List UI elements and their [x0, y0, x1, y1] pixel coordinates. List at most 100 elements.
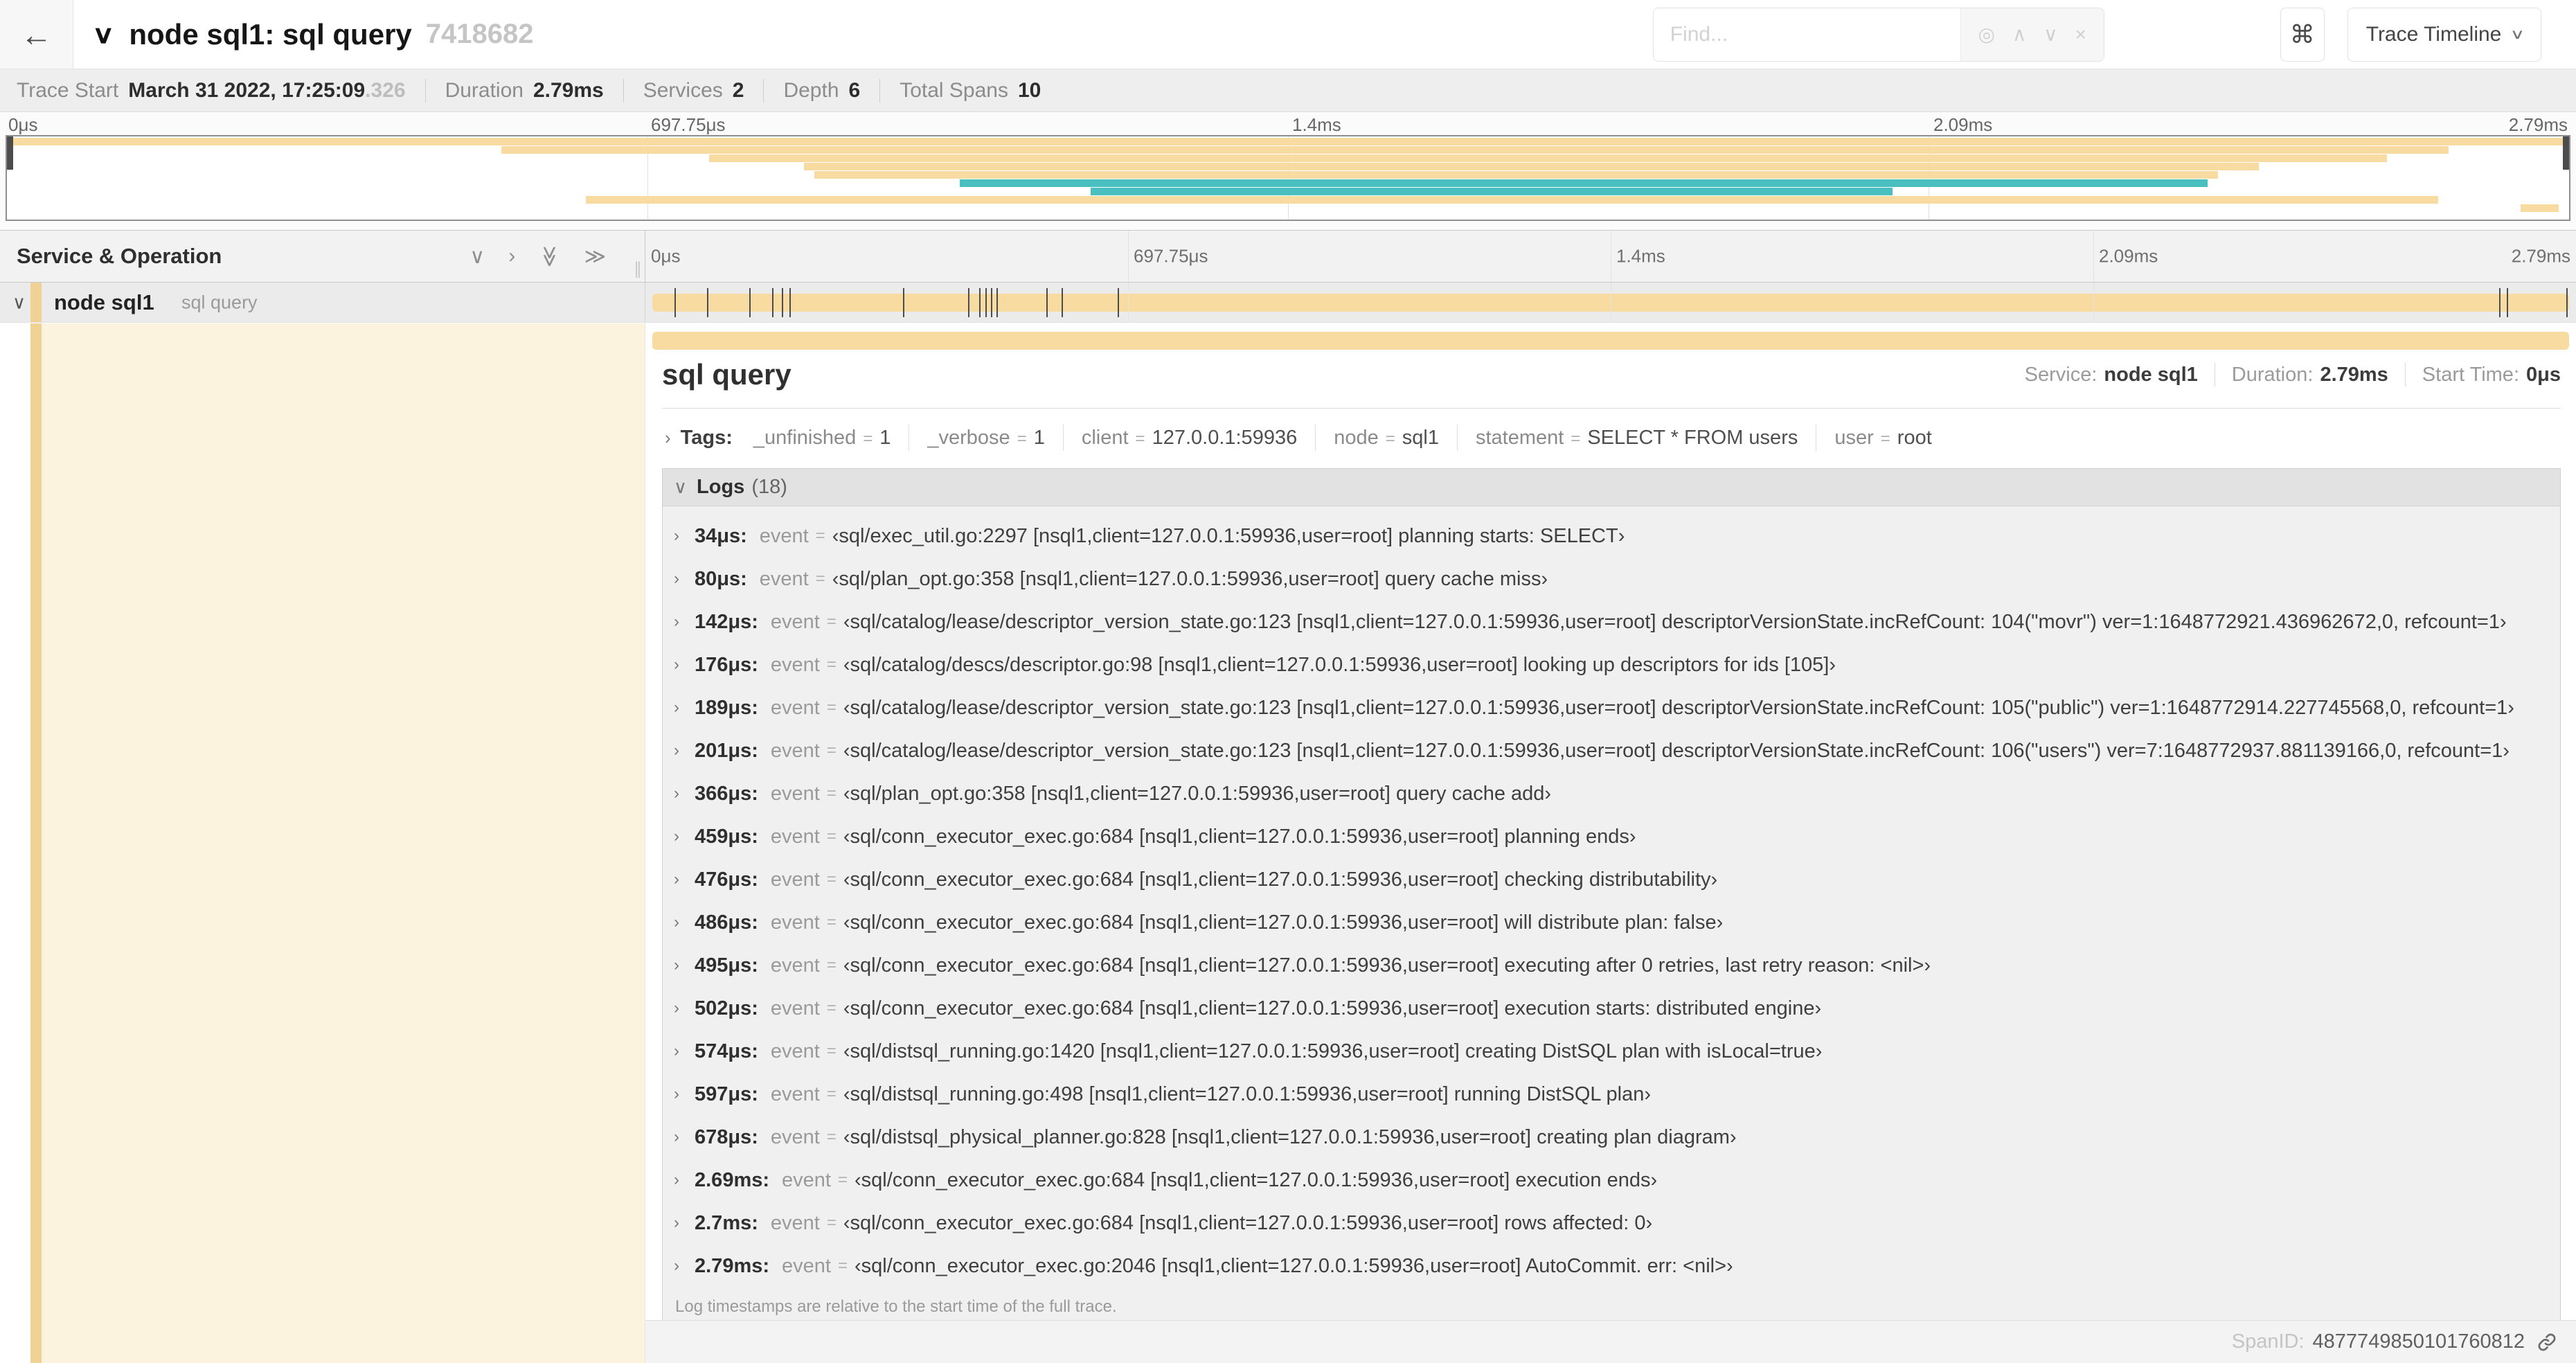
log-field-value: ‹sql/conn_executor_exec.go:2046 [nsql1,c… [854, 1254, 1733, 1277]
log-entry[interactable]: › 502μs: event = ‹sql/conn_executor_exec.go:… [674, 987, 2553, 1030]
tags-section[interactable]: › Tags: _unfinished = 1 _verbose = 1 client = 12… [662, 422, 2561, 453]
log-entry[interactable]: › 495μs: event = ‹sql/conn_executor_exec.go:… [674, 944, 2553, 987]
logs-footnote: Log timestamps are relative to the start… [675, 1297, 1117, 1316]
trace-collapse-icon[interactable]: ∨ [92, 20, 115, 49]
find-input[interactable] [1653, 8, 1960, 61]
log-entry[interactable]: › 2.69ms: event = ‹sql/conn_executor_exec.go… [674, 1159, 2553, 1202]
span-collapse-icon[interactable]: ∨ [12, 292, 26, 313]
span-row[interactable]: ∨ node sql1 sql query [0, 283, 2576, 323]
chevron-right-icon: › [674, 1085, 679, 1103]
chevron-right-icon: › [674, 698, 679, 717]
tag-key: user [1834, 426, 1874, 449]
collapse-all-icon[interactable]: ≫ [537, 245, 562, 267]
tag-value: SELECT * FROM users [1587, 426, 1798, 449]
span-detail-card: sql query Service: node sql1 Duration: 2.79… [662, 357, 2561, 1328]
tag-item[interactable]: statement = SELECT * FROM users [1476, 427, 1798, 449]
log-entry[interactable]: › 678μs: event = ‹sql/distsql_physical_plann… [674, 1116, 2553, 1159]
log-timestamp: 2.79ms: [695, 1254, 770, 1277]
log-entry[interactable]: › 459μs: event = ‹sql/conn_executor_exec.go:… [674, 815, 2553, 858]
ruler-tick-label: 0μs [651, 245, 681, 267]
tag-item[interactable]: node = sql1 [1334, 427, 1439, 449]
span-log-tick [2507, 287, 2509, 317]
log-entry[interactable]: › 80μs: event = ‹sql/plan_opt.go:358 [nsql1,… [674, 558, 2553, 600]
log-timestamp: 459μs: [695, 825, 758, 848]
span-detail-title: sql query [662, 358, 791, 391]
trace-info-value: 2 [732, 78, 744, 102]
tag-item[interactable]: _verbose = 1 [927, 427, 1044, 449]
minimap-span-bar [7, 138, 2569, 145]
minimap-right-scrubber[interactable] [2563, 136, 2569, 170]
top-bar-actions: ◎ ∧ ∨ × ⌘ Trace Timeline ∨ [1652, 7, 2541, 62]
log-timestamp: 597μs: [695, 1083, 758, 1105]
logs-header[interactable]: ∨ Logs (18) [663, 469, 2560, 506]
log-entry[interactable]: › 574μs: event = ‹sql/distsql_running.go:142… [674, 1030, 2553, 1073]
span-detail-row: sql query Service: node sql1 Duration: 2.79… [0, 323, 2576, 1363]
find-box: ◎ ∧ ∨ × [1652, 7, 2104, 62]
chevron-right-icon: › [674, 741, 679, 760]
chevron-right-icon: › [674, 956, 679, 974]
trace-info-label: Trace Start [17, 78, 119, 102]
tag-value: sql1 [1402, 426, 1439, 449]
log-entry[interactable]: › 201μs: event = ‹sql/catalog/lease/descript… [674, 729, 2553, 772]
span-operation-name: sql query [181, 292, 258, 312]
tag-item[interactable]: client = 127.0.0.1:59936 [1082, 427, 1297, 449]
log-entry[interactable]: › 189μs: event = ‹sql/catalog/lease/descript… [674, 686, 2553, 729]
log-entry[interactable]: › 34μs: event = ‹sql/exec_util.go:2297 [nsql… [674, 515, 2553, 558]
collapse-one-icon[interactable]: ∨ [469, 244, 485, 269]
trace-info-value: 10 [1017, 78, 1041, 102]
minimap-ruler: 0μs 697.75μs 1.4ms 2.09ms 2.79ms [6, 114, 2570, 135]
log-field-value: ‹sql/catalog/lease/descriptor_version_st… [843, 610, 2507, 633]
log-field-name: event [759, 524, 809, 547]
minimap-left-scrubber[interactable] [7, 136, 13, 170]
trace-view-selector[interactable]: Trace Timeline ∨ [2347, 7, 2541, 62]
log-entry[interactable]: › 142μs: event = ‹sql/catalog/lease/descript… [674, 600, 2553, 643]
span-log-tick [967, 287, 969, 317]
log-field-name: event [770, 954, 820, 977]
span-log-tick [749, 287, 751, 317]
log-entry[interactable]: › 366μs: event = ‹sql/plan_opt.go:358 [nsql1… [674, 772, 2553, 815]
span-row-name-column: ∨ node sql1 sql query [0, 283, 645, 322]
chevron-right-icon: › [674, 1213, 679, 1232]
next-result-icon[interactable]: ∨ [2043, 23, 2058, 46]
log-entry[interactable]: › 2.7ms: event = ‹sql/conn_executor_exec.go:… [674, 1202, 2553, 1245]
log-entry[interactable]: › 476μs: event = ‹sql/conn_executor_exec.go:… [674, 858, 2553, 901]
log-equals: = [826, 999, 837, 1017]
expanded-span-bar[interactable] [652, 332, 2569, 350]
span-log-tick [2566, 287, 2568, 317]
prev-result-icon[interactable]: ∧ [2012, 23, 2027, 46]
log-entry[interactable]: › 597μs: event = ‹sql/distsql_running.go:498… [674, 1073, 2553, 1116]
divider [623, 78, 624, 103]
deep-link-icon[interactable] [2536, 1331, 2558, 1353]
expand-one-icon[interactable]: › [508, 244, 515, 269]
span-id-value: 4877749850101760812 [2312, 1330, 2525, 1353]
trace-info-items: Trace Start March 31 2022, 17:25:09.326 Du… [17, 78, 1041, 103]
divider [1315, 425, 1316, 451]
minimap-span-row [7, 196, 2569, 204]
back-button[interactable]: ← [0, 0, 73, 69]
span-log-tick [1117, 287, 1119, 317]
chevron-right-icon: › [674, 1170, 679, 1189]
log-field-name: event [770, 739, 820, 762]
span-log-tick [789, 287, 791, 317]
span-detail-header: sql query Service: node sql1 Duration: 2.79… [662, 357, 2561, 393]
span-log-tick [902, 287, 904, 317]
tag-key: _verbose [927, 426, 1010, 449]
minimap-canvas[interactable] [6, 135, 2570, 221]
span-detail-left-column [0, 323, 645, 1363]
trace-info-value-fraction: .326 [365, 78, 406, 102]
expand-all-icon[interactable]: ≫ [584, 244, 606, 269]
span-id-footer: SpanID: 4877749850101760812 [645, 1320, 2576, 1363]
focus-match-icon[interactable]: ◎ [1978, 23, 1995, 46]
clear-search-icon[interactable]: × [2075, 24, 2086, 46]
span-log-tick [996, 287, 999, 317]
span-meta-value: 0μs [2526, 363, 2561, 386]
column-resizer-grip[interactable]: ∥ [634, 259, 642, 279]
keyboard-shortcuts-button[interactable]: ⌘ [2280, 7, 2325, 62]
span-log-tick [979, 287, 981, 317]
tag-item[interactable]: user = root [1834, 427, 1931, 449]
log-entry[interactable]: › 176μs: event = ‹sql/catalog/descs/descript… [674, 643, 2553, 686]
log-entry[interactable]: › 2.79ms: event = ‹sql/conn_executor_exec.go… [674, 1245, 2553, 1288]
log-entry[interactable]: › 486μs: event = ‹sql/conn_executor_exec.go:… [674, 901, 2553, 944]
minimap-span-row [7, 138, 2569, 145]
tag-item[interactable]: _unfinished = 1 [753, 427, 891, 449]
